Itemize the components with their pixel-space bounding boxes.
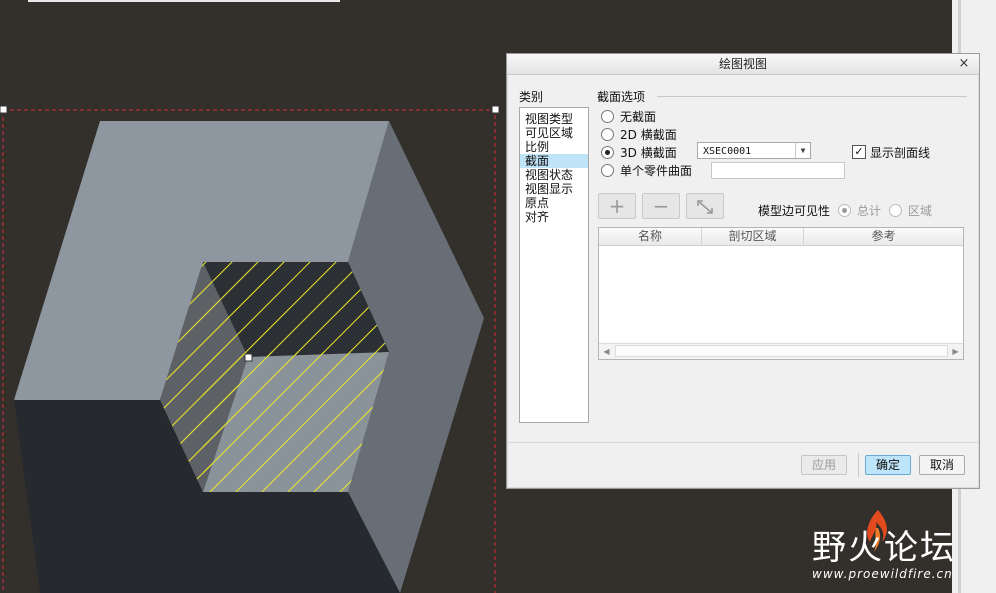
- radio-no-section-label: 无截面: [620, 110, 657, 124]
- show-hatch-checkbox[interactable]: ✓: [852, 145, 866, 159]
- view-origin-handle[interactable]: [244, 353, 253, 362]
- category-item-view-state[interactable]: 视图状态: [520, 168, 588, 182]
- flip-section-button[interactable]: [686, 193, 724, 219]
- section-options-label: 截面选项: [597, 90, 646, 104]
- flip-arrows-icon: [697, 200, 713, 214]
- selection-handle-tr[interactable]: [491, 105, 500, 114]
- radio-edge-total-label: 总计: [857, 204, 882, 218]
- radio-2d-section[interactable]: [601, 128, 614, 141]
- section-table-header: 名称 剖切区域 参考: [599, 228, 963, 246]
- footer-separator: [858, 453, 859, 477]
- category-label: 类别: [519, 90, 544, 104]
- radio-edge-area-label: 区域: [908, 204, 933, 218]
- drawing-view-dialog: 绘图视图 × 类别 视图类型 可见区域 比例 截面 视图状态 视图显示 原点 对…: [506, 53, 980, 489]
- add-section-button[interactable]: +: [598, 193, 636, 219]
- edge-visibility-label: 模型边可见性: [758, 204, 831, 218]
- radio-single-part-surface[interactable]: [601, 164, 614, 177]
- watermark-url: www.proewildfire.cn: [812, 567, 953, 581]
- xsec-select-value: XSEC0001: [703, 146, 752, 157]
- radio-edge-total[interactable]: [838, 204, 851, 217]
- column-header-cut-area[interactable]: 剖切区域: [702, 228, 804, 245]
- category-item-view-display[interactable]: 视图显示: [520, 182, 588, 196]
- apply-button[interactable]: 应用: [801, 455, 847, 475]
- section-table[interactable]: 名称 剖切区域 参考 ◀ ▶: [598, 227, 964, 360]
- dialog-title[interactable]: 绘图视图: [507, 54, 979, 75]
- part-surface-input[interactable]: [711, 162, 845, 179]
- scroll-left-icon[interactable]: ◀: [599, 344, 614, 359]
- category-item-visible-area[interactable]: 可见区域: [520, 126, 588, 140]
- category-item-origin[interactable]: 原点: [520, 196, 588, 210]
- plus-icon: +: [608, 194, 626, 218]
- column-header-reference[interactable]: 参考: [804, 228, 963, 245]
- category-item-section[interactable]: 截面: [520, 154, 588, 168]
- radio-3d-section-label: 3D 横截面: [620, 146, 677, 160]
- minus-icon: −: [652, 194, 670, 218]
- footer-divider: [507, 442, 979, 443]
- radio-edge-area[interactable]: [889, 204, 902, 217]
- category-item-view-type[interactable]: 视图类型: [520, 112, 588, 126]
- remove-section-button[interactable]: −: [642, 193, 680, 219]
- category-item-alignment[interactable]: 对齐: [520, 210, 588, 224]
- scroll-right-icon[interactable]: ▶: [948, 344, 963, 359]
- section-options-divider: [657, 96, 967, 97]
- close-icon[interactable]: ×: [957, 56, 971, 72]
- ok-button[interactable]: 确定: [865, 455, 911, 475]
- column-header-name[interactable]: 名称: [599, 228, 702, 245]
- radio-2d-section-label: 2D 横截面: [620, 128, 677, 142]
- category-list[interactable]: 视图类型 可见区域 比例 截面 视图状态 视图显示 原点 对齐: [519, 107, 589, 423]
- watermark-logo-text: 野火论坛: [812, 528, 956, 568]
- selection-handle-tl[interactable]: [0, 105, 8, 114]
- category-item-scale[interactable]: 比例: [520, 140, 588, 154]
- chevron-down-icon[interactable]: ▼: [795, 143, 810, 158]
- radio-no-section[interactable]: [601, 110, 614, 123]
- radio-3d-section[interactable]: [601, 146, 614, 159]
- show-hatch-label: 显示剖面线: [870, 146, 931, 160]
- radio-single-part-surface-label: 单个零件曲面: [620, 164, 693, 178]
- scrollbar-thumb[interactable]: [615, 345, 948, 357]
- horizontal-scrollbar[interactable]: ◀ ▶: [599, 343, 963, 359]
- cancel-button[interactable]: 取消: [919, 455, 965, 475]
- xsec-select[interactable]: XSEC0001 ▼: [697, 142, 811, 159]
